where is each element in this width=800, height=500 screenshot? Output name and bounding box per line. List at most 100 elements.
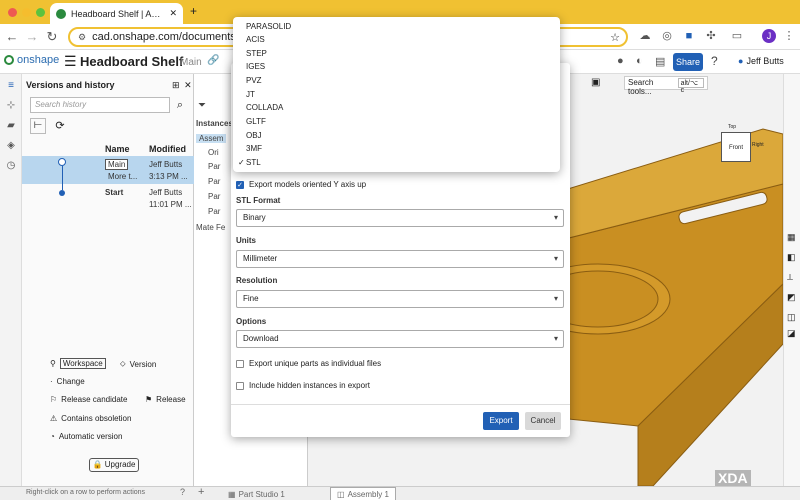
help-circle-icon[interactable]: ? <box>180 487 185 497</box>
browser-menu-icon[interactable]: ⋮ <box>782 29 796 43</box>
column-modified[interactable]: Modified <box>149 144 186 154</box>
instance-item[interactable]: Par <box>208 162 220 171</box>
add-version-icon[interactable]: ⊞ <box>172 80 180 90</box>
measure-icon[interactable]: ⟂ <box>787 272 793 283</box>
instance-item[interactable]: Par <box>208 177 220 186</box>
checkbox-unchecked-icon[interactable] <box>236 359 244 368</box>
unique-parts-checkbox[interactable]: Export unique parts as individual files <box>236 359 381 368</box>
mass-properties-icon[interactable]: ◧ <box>787 252 796 263</box>
format-option-stl[interactable]: STL <box>246 158 261 167</box>
upgrade-button[interactable]: 🔒 Upgrade <box>89 458 139 472</box>
history-row-modified-by: Jeff Butts <box>149 188 183 197</box>
parts-icon[interactable]: ⊹ <box>5 100 17 112</box>
view-cube-right[interactable]: Right <box>752 142 764 148</box>
search-icon[interactable]: ⌕ <box>172 97 188 113</box>
oriented-y-checkbox[interactable]: ✓ Export models oriented Y axis up <box>236 180 366 189</box>
forward-icon[interactable]: → <box>24 28 40 46</box>
format-option-jt[interactable]: JT <box>246 90 255 99</box>
workspace-node-icon: ⚲ <box>50 359 56 368</box>
tab-assembly[interactable]: ◫ Assembly 1 <box>330 487 396 500</box>
export-button[interactable]: Export <box>483 412 519 430</box>
link-icon[interactable]: 🔗 <box>207 55 219 66</box>
legend-change: · Change <box>50 377 85 386</box>
history-row-name: Start <box>105 188 124 197</box>
tab-close-icon[interactable]: ✕ <box>169 8 177 19</box>
format-option-acis[interactable]: ACIS <box>246 35 265 44</box>
media-icon[interactable]: ▭ <box>730 29 744 43</box>
extension-chat-icon[interactable]: ◎ <box>660 29 674 43</box>
onshape-logo[interactable]: onshape <box>4 54 59 66</box>
features-icon[interactable]: ≡ <box>5 80 17 92</box>
document-title[interactable]: Headboard Shelf <box>80 54 183 69</box>
bom-icon[interactable]: ◫ <box>787 312 796 323</box>
instance-item[interactable]: Assem <box>196 134 227 143</box>
format-option-parasolid[interactable]: PARASOLID <box>246 22 291 31</box>
column-name[interactable]: Name <box>105 144 130 154</box>
section-icon[interactable]: ◩ <box>787 292 796 303</box>
format-option-pvz[interactable]: PVZ <box>246 76 262 85</box>
notifications-icon[interactable]: ● <box>617 55 624 67</box>
legend-obsolete: ⚠ Contains obsoletion <box>50 414 131 423</box>
site-settings-icon[interactable]: ⚙ <box>78 32 86 43</box>
history-search-input[interactable]: Search history <box>30 97 170 113</box>
document-icon[interactable]: ▤ <box>655 55 665 68</box>
view-cube-front[interactable]: Front <box>721 132 751 162</box>
comments-panel-icon[interactable]: ▰ <box>5 120 17 132</box>
extensions-puzzle-icon[interactable]: ✣ <box>704 29 718 43</box>
maximize-window-icon[interactable] <box>36 8 45 17</box>
format-option-3mf[interactable]: 3MF <box>246 144 262 153</box>
versions-panel: Versions and history ⊞ ✕ Search history … <box>22 74 194 486</box>
history-icon[interactable]: ◷ <box>5 160 17 172</box>
new-tab-icon[interactable]: + <box>190 4 197 18</box>
units-select[interactable]: Millimeter ▾ <box>236 250 564 268</box>
mate-features-group[interactable]: Mate Fe <box>196 223 225 232</box>
configurations-icon[interactable]: ◈ <box>5 140 17 152</box>
appearance-icon[interactable]: ▦ <box>787 232 796 243</box>
history-row-sub[interactable]: More t... <box>108 172 137 181</box>
cancel-button[interactable]: Cancel <box>525 412 561 430</box>
close-panel-icon[interactable]: ✕ <box>184 80 192 90</box>
minimize-window-icon[interactable] <box>22 8 31 17</box>
refresh-history-icon[interactable]: ⟳ <box>52 118 68 134</box>
extension-cloud-icon[interactable]: ☁ <box>638 29 652 43</box>
comments-icon[interactable]: ◐ <box>636 55 643 67</box>
search-tools-input[interactable]: Search tools... alt/⌥ c <box>624 76 708 96</box>
filter-icon[interactable]: ⏷ <box>198 100 206 111</box>
instance-item[interactable]: Par <box>208 192 220 201</box>
back-icon[interactable]: ← <box>4 28 20 46</box>
filter-branch-icon[interactable]: ⊢ <box>30 118 46 134</box>
chevron-down-icon: ▾ <box>553 294 558 303</box>
close-window-icon[interactable] <box>8 8 17 17</box>
view-options-icon[interactable]: ▣ <box>591 77 600 88</box>
view-cube-top[interactable]: Top <box>728 124 736 130</box>
resolution-select[interactable]: Fine ▾ <box>236 290 564 308</box>
checkbox-checked-icon[interactable]: ✓ <box>236 180 244 189</box>
extension-onshape-icon[interactable]: ■ <box>682 29 696 43</box>
help-icon[interactable]: ? <box>711 54 718 68</box>
format-option-collada[interactable]: COLLADA <box>246 103 283 112</box>
format-option-obj[interactable]: OBJ <box>246 131 262 140</box>
format-option-gltf[interactable]: GLTF <box>246 117 266 126</box>
hidden-instances-checkbox[interactable]: Include hidden instances in export <box>236 381 370 390</box>
explode-icon[interactable]: ◪ <box>787 328 796 339</box>
stl-format-select[interactable]: Binary ▾ <box>236 209 564 227</box>
dialog-footer-divider <box>231 404 570 405</box>
tab-part-studio[interactable]: ▦ Part Studio 1 <box>222 487 291 500</box>
user-menu[interactable]: ● Jeff Butts <box>738 56 784 66</box>
share-button[interactable]: Share <box>673 53 703 71</box>
options-select[interactable]: Download ▾ <box>236 330 564 348</box>
browser-tab[interactable]: Headboard Shelf | Assembly ✕ <box>50 3 183 24</box>
profile-avatar[interactable]: J <box>762 29 776 43</box>
reload-icon[interactable]: ↻ <box>44 28 60 46</box>
format-option-iges[interactable]: IGES <box>246 62 265 71</box>
format-option-step[interactable]: STEP <box>246 49 267 58</box>
instance-item[interactable]: Par <box>208 207 220 216</box>
unique-parts-label: Export unique parts as individual files <box>249 359 382 368</box>
bottom-hint: Right-click on a row to perform actions <box>26 489 146 496</box>
bookmark-star-icon[interactable]: ☆ <box>610 31 620 44</box>
view-cube[interactable]: Front Top Right <box>716 124 764 169</box>
add-tab-icon[interactable]: + <box>198 486 204 498</box>
instance-item[interactable]: Ori <box>208 148 219 157</box>
hamburger-menu-icon[interactable]: ☰ <box>64 53 77 70</box>
checkbox-unchecked-icon[interactable] <box>236 381 244 390</box>
